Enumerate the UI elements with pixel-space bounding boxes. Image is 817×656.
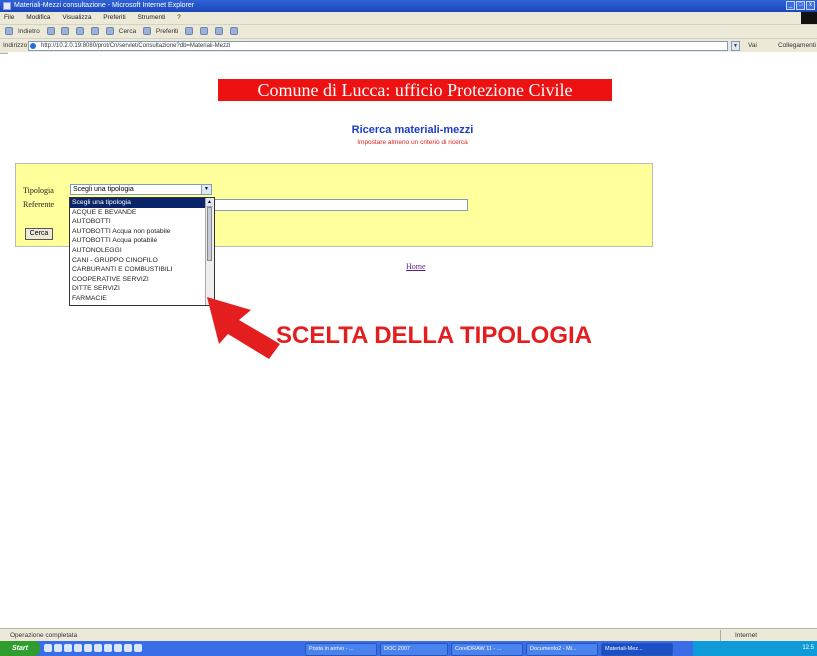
quick-launch-icon[interactable] [84, 644, 92, 652]
print-icon[interactable] [214, 27, 223, 36]
address-input[interactable]: http://10.2.0.19:8080/prot/Cn/servlet/Co… [28, 41, 728, 51]
start-button[interactable]: Start [0, 641, 40, 656]
clock: 12.5 [802, 645, 814, 651]
taskbar-task[interactable]: CorelDRAW 11 - ... [451, 643, 523, 656]
task-list: Posta in arrivo - ... DOC 2007 CorelDRAW… [305, 643, 673, 656]
history-icon[interactable] [185, 27, 194, 36]
windows-logo-icon [801, 12, 817, 24]
window-title: Materiali-Mezzi consultazione - Microsof… [14, 2, 195, 9]
favorites-button[interactable]: Preferiti [156, 25, 178, 39]
favorites-icon[interactable] [142, 27, 151, 36]
quick-launch-icon[interactable] [134, 644, 142, 652]
taskbar-task[interactable]: DOC 2007 [380, 643, 448, 656]
menu-help[interactable]: ? [177, 14, 181, 21]
status-bar: Operazione completata Internet [0, 628, 817, 642]
maximize-button[interactable]: □ [796, 1, 805, 10]
window-controls: _ □ x [786, 1, 815, 10]
close-button[interactable]: x [806, 1, 815, 10]
refresh-icon[interactable] [76, 27, 85, 36]
address-dropdown-button[interactable]: ▼ [731, 41, 740, 51]
toolbar: Indietro Cerca Preferiti [0, 24, 817, 39]
quick-launch [44, 644, 142, 652]
page-content: Comune di Lucca: ufficio Protezione Civi… [8, 52, 817, 628]
window-titlebar: Materiali-Mezzi consultazione - Microsof… [0, 0, 817, 12]
quick-launch-icon[interactable] [124, 644, 132, 652]
minimize-button[interactable]: _ [786, 1, 795, 10]
taskbar: Start Posta in arrivo - ... DOC 2007 Cor… [0, 641, 817, 656]
links-button[interactable]: Collegamenti [778, 39, 816, 53]
menu-bar: File Modifica Visualizza Preferiti Strum… [0, 12, 817, 24]
callout-text: SCELTA DELLA TIPOLOGIA [276, 322, 592, 349]
back-button[interactable]: Indietro [18, 25, 40, 39]
quick-launch-icon[interactable] [44, 644, 52, 652]
address-label: Indirizzo [3, 42, 28, 49]
forward-icon[interactable] [46, 27, 55, 36]
menu-file[interactable]: File [4, 14, 14, 21]
edit-icon[interactable] [229, 27, 238, 36]
menu-modifica[interactable]: Modifica [26, 14, 50, 21]
security-zone: Internet [720, 630, 817, 641]
quick-launch-icon[interactable] [94, 644, 102, 652]
menu-preferiti[interactable]: Preferiti [103, 14, 125, 21]
menu-strumenti[interactable]: Strumenti [138, 14, 166, 21]
back-icon[interactable] [5, 27, 13, 36]
taskbar-task[interactable]: Posta in arrivo - ... [305, 643, 377, 656]
home-icon[interactable] [90, 27, 99, 36]
system-tray: 12.5 [693, 641, 817, 656]
search-icon[interactable] [105, 27, 114, 36]
menu-visualizza[interactable]: Visualizza [62, 14, 91, 21]
taskbar-task[interactable]: Documento2 - Mi... [526, 643, 598, 656]
quick-launch-icon[interactable] [114, 644, 122, 652]
quick-launch-icon[interactable] [104, 644, 112, 652]
quick-launch-icon[interactable] [74, 644, 82, 652]
stop-icon[interactable] [61, 27, 70, 36]
page-icon [30, 43, 36, 49]
search-button[interactable]: Cerca [119, 25, 136, 39]
go-button[interactable]: Vai [748, 39, 757, 53]
quick-launch-icon[interactable] [54, 644, 62, 652]
ie-icon [3, 2, 11, 10]
taskbar-task-active[interactable]: Materiali-Mez... [601, 643, 673, 656]
mail-icon[interactable] [199, 27, 208, 36]
quick-launch-icon[interactable] [64, 644, 72, 652]
